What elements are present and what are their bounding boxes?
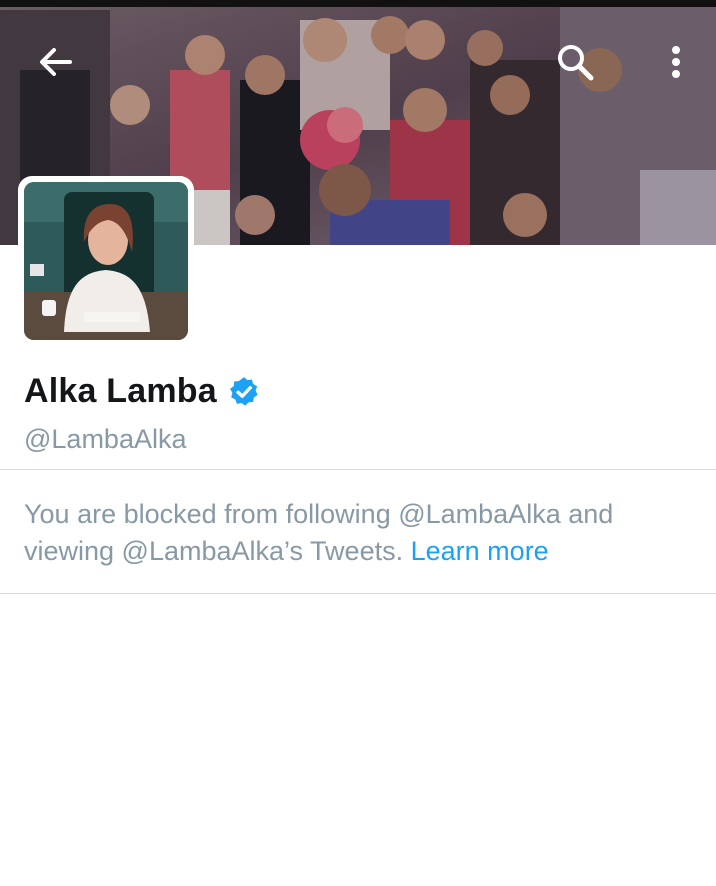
search-button[interactable] — [549, 36, 601, 88]
back-button[interactable] — [30, 36, 82, 88]
more-options-button[interactable] — [650, 36, 702, 88]
status-bar — [0, 0, 716, 7]
learn-more-link[interactable]: Learn more — [411, 536, 549, 566]
profile-handle: @LambaAlka — [24, 424, 187, 454]
profile-name: Alka Lamba — [24, 372, 217, 410]
profile-name-row: Alka Lamba — [24, 372, 261, 411]
arrow-left-icon — [40, 48, 72, 76]
divider — [0, 469, 716, 470]
verified-badge-icon — [229, 376, 258, 406]
avatar[interactable] — [18, 176, 194, 346]
profile-photo — [24, 182, 188, 340]
blocked-notice: You are blocked from following @LambaAlk… — [24, 496, 694, 570]
search-icon — [558, 45, 594, 81]
divider — [0, 593, 716, 594]
more-vertical-icon — [672, 46, 680, 78]
